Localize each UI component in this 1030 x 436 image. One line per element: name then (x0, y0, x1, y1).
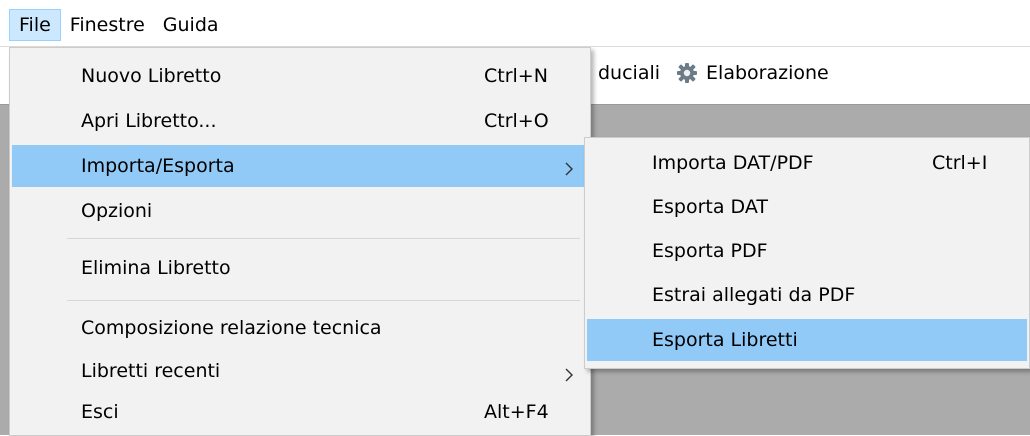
elaborazione-button[interactable]: Elaborazione (706, 62, 829, 84)
menu-item-label: Apri Libretto... (81, 110, 217, 132)
toolbar-group: duciali Elaborazione (598, 62, 829, 84)
menu-item-elimina-libretto[interactable]: Elimina Libretto (12, 247, 588, 289)
menu-separator (67, 300, 580, 301)
gear-icon[interactable] (676, 62, 698, 84)
submenu-item-importa-dat-pdf[interactable]: Importa DAT/PDF Ctrl+I (587, 142, 1027, 184)
menu-item-label: Esporta DAT (652, 196, 768, 218)
menu-item-composizione-relazione[interactable]: Composizione relazione tecnica (12, 307, 588, 349)
menu-item-apri-libretto[interactable]: Apri Libretto... Ctrl+O (12, 100, 588, 142)
menu-item-shortcut: Ctrl+O (484, 110, 549, 132)
menu-item-opzioni[interactable]: Opzioni (12, 190, 588, 232)
menu-item-label: Opzioni (81, 200, 153, 222)
toolbar-partial-label[interactable]: duciali (598, 62, 660, 84)
file-menu: Nuovo Libretto Ctrl+N Apri Libretto... C… (9, 47, 591, 436)
menu-item-shortcut: Ctrl+I (932, 152, 988, 174)
menu-separator (67, 238, 580, 239)
menu-bar: File Finestre Guida (0, 0, 1030, 46)
menu-item-label: Esci (81, 401, 119, 423)
menu-item-nuovo-libretto[interactable]: Nuovo Libretto Ctrl+N (12, 55, 588, 97)
menu-finestre[interactable]: Finestre (61, 9, 154, 41)
menu-item-label: Elimina Libretto (81, 257, 231, 279)
menu-item-label: Nuovo Libretto (81, 65, 222, 87)
menu-item-shortcut: Ctrl+N (484, 65, 548, 87)
chevron-right-icon (564, 159, 574, 176)
menu-item-importa-esporta[interactable]: Importa/Esporta (12, 145, 588, 187)
menu-item-label: Esporta PDF (652, 240, 768, 262)
menu-item-esci[interactable]: Esci Alt+F4 (12, 391, 588, 433)
menu-item-label: Libretti recenti (81, 360, 221, 382)
submenu-item-estrai-allegati[interactable]: Estrai allegati da PDF (587, 274, 1027, 316)
submenu-item-esporta-pdf[interactable]: Esporta PDF (587, 230, 1027, 272)
menu-item-label: Importa/Esporta (81, 155, 235, 177)
menu-item-shortcut: Alt+F4 (484, 401, 549, 423)
menu-item-label: Importa DAT/PDF (652, 152, 814, 174)
importa-esporta-submenu: Importa DAT/PDF Ctrl+I Esporta DAT Espor… (584, 137, 1030, 369)
menu-item-label: Composizione relazione tecnica (81, 317, 382, 339)
menu-file[interactable]: File (9, 9, 61, 41)
menu-item-label: Esporta Libretti (652, 329, 798, 351)
menu-item-label: Estrai allegati da PDF (652, 284, 856, 306)
chevron-right-icon (564, 365, 574, 382)
menu-guida[interactable]: Guida (154, 9, 228, 41)
submenu-item-esporta-libretti[interactable]: Esporta Libretti (587, 319, 1027, 361)
menu-item-libretti-recenti[interactable]: Libretti recenti (12, 350, 588, 392)
submenu-item-esporta-dat[interactable]: Esporta DAT (587, 186, 1027, 228)
